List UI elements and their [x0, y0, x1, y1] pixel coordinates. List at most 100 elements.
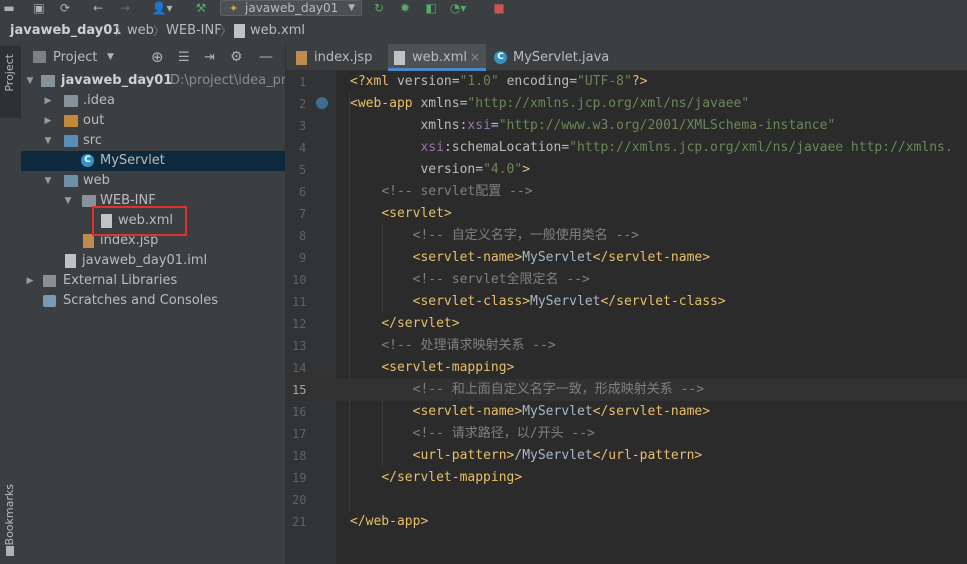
run-coverage-icon[interactable]: ◧: [424, 1, 438, 16]
debug-icon[interactable]: ✹: [398, 1, 412, 16]
chevron-down-icon[interactable]: ▼: [43, 171, 53, 191]
code-line[interactable]: <!-- servlet配置 -->: [336, 181, 967, 203]
code-line[interactable]: <!-- 处理请求映射关系 -->: [336, 335, 967, 357]
expand-all-icon[interactable]: ☰: [178, 44, 190, 71]
java-class-icon: C: [494, 51, 507, 64]
tree-item-label: javaweb_day01: [61, 73, 173, 88]
tab-web-xml[interactable]: web.xml ×: [388, 44, 486, 71]
folder-orange-icon: [64, 115, 78, 127]
code-line[interactable]: </servlet-mapping>: [336, 467, 967, 489]
locate-target-icon[interactable]: ⊕: [151, 44, 164, 71]
chevron-down-icon[interactable]: ▼: [107, 44, 114, 71]
jsp-file-icon: [296, 51, 307, 65]
iml-file-icon: [65, 254, 76, 268]
tree-item-myservlet[interactable]: C MyServlet: [21, 151, 285, 171]
collapse-all-icon[interactable]: ⇥: [204, 44, 215, 71]
bookmarks-tool-label[interactable]: Bookmarks: [3, 484, 16, 545]
close-icon[interactable]: ×: [470, 44, 480, 71]
breadcrumb-separator-icon: 〉: [115, 24, 128, 38]
profile-icon[interactable]: ◔▾: [448, 1, 468, 16]
breadcrumb-item-web-inf[interactable]: WEB-INF: [166, 18, 222, 44]
build-hammer-icon[interactable]: ⚒: [194, 1, 208, 16]
code-line[interactable]: [336, 489, 967, 511]
rerun-icon[interactable]: ↻: [372, 1, 386, 16]
code-line[interactable]: <?xml version="1.0" encoding="UTF-8"?>: [336, 71, 967, 93]
bookmark-icon[interactable]: [6, 546, 14, 556]
folder-web-icon: [64, 175, 78, 187]
project-tool-label: Project: [3, 54, 16, 92]
project-tool-button[interactable]: Project: [0, 46, 21, 118]
tree-item-iml[interactable]: javaweb_day01.iml: [21, 251, 285, 271]
tree-item-web[interactable]: ▼ web: [21, 171, 285, 191]
open-folder-icon[interactable]: ▬: [2, 1, 16, 16]
code-line[interactable]: </web-app>: [336, 511, 967, 533]
chevron-right-icon[interactable]: ▶: [43, 111, 53, 131]
code-line[interactable]: <!-- servlet全限定名 -->: [336, 269, 967, 291]
breadcrumb-separator-icon: 〉: [153, 24, 166, 38]
tree-item-label: MyServlet: [100, 153, 165, 168]
breadcrumb-item-web-xml[interactable]: web.xml: [250, 18, 305, 44]
save-icon[interactable]: ▣: [32, 1, 46, 16]
tab-index-jsp[interactable]: index.jsp: [292, 44, 386, 71]
code-line[interactable]: version="4.0">: [336, 159, 967, 181]
code-line[interactable]: xmlns:xsi="http://www.w3.org/2001/XMLSch…: [336, 115, 967, 137]
tree-item-label: .idea: [83, 93, 115, 108]
code-line[interactable]: <servlet>: [336, 203, 967, 225]
implemented-marker-icon[interactable]: [316, 97, 328, 109]
chevron-down-icon[interactable]: ▼: [43, 131, 53, 151]
highlight-box: [92, 206, 187, 236]
tree-item-javaweb-day01[interactable]: ▼ javaweb_day01 D:\project\idea_pro: [21, 71, 285, 91]
tree-item-scratches[interactable]: Scratches and Consoles: [21, 291, 285, 311]
code-line[interactable]: <!-- 请求路径，以/开头 -->: [336, 423, 967, 445]
project-panel: Project ▼ ⊕ ☰ ⇥ ⚙ — ▼ javaweb_day01 D:\p…: [21, 44, 286, 564]
breadcrumb-separator-icon: 〉: [220, 24, 233, 38]
code-line[interactable]: <servlet-name>MyServlet</servlet-name>: [336, 247, 967, 269]
chevron-down-icon: ▼: [348, 3, 355, 13]
run-configuration-select[interactable]: ✦ javaweb_day01 ▼: [220, 0, 362, 16]
tree-item-out[interactable]: ▶ out: [21, 111, 285, 131]
project-view-title[interactable]: Project: [53, 44, 97, 71]
code-line[interactable]: <!-- 和上面自定义名字一致，形成映射关系 -->: [336, 379, 967, 401]
java-class-icon: C: [81, 154, 94, 167]
project-view-icon: [33, 51, 46, 63]
user-dropdown-icon[interactable]: 👤▾: [150, 1, 174, 16]
tree-item-external-libraries[interactable]: ▶ External Libraries: [21, 271, 285, 291]
forward-icon[interactable]: →: [118, 1, 132, 16]
code-line[interactable]: <web-app xmlns="http://xmlns.jcp.org/xml…: [336, 93, 967, 115]
folder-icon: [64, 95, 78, 107]
breadcrumb-item-web[interactable]: web: [127, 18, 154, 44]
code-editor[interactable]: <?xml version="1.0" encoding="UTF-8"?> <w…: [336, 71, 967, 564]
chevron-right-icon[interactable]: ▶: [43, 91, 53, 111]
tree-item-path: D:\project\idea_pro: [170, 73, 285, 88]
xml-file-icon: [234, 24, 245, 38]
main-toolbar: ▬ ▣ ⟳ ← → 👤▾ ⚒ ✦ javaweb_day01 ▼ ↻ ✹ ◧ ◔…: [0, 0, 967, 18]
tree-item-label: javaweb_day01.iml: [82, 253, 208, 268]
chevron-right-icon[interactable]: ▶: [25, 271, 35, 291]
breadcrumb-item-project[interactable]: javaweb_day01: [10, 18, 121, 44]
hide-panel-icon[interactable]: —: [259, 44, 273, 71]
stop-icon[interactable]: ■: [492, 1, 506, 16]
tab-myservlet-java[interactable]: C MyServlet.java: [492, 44, 617, 71]
code-line[interactable]: <servlet-mapping>: [336, 357, 967, 379]
run-configuration-label: javaweb_day01: [245, 1, 339, 15]
editor-tab-bar: index.jsp web.xml × C MyServlet.java: [286, 44, 967, 71]
back-icon[interactable]: ←: [91, 1, 105, 16]
code-line[interactable]: xsi:schemaLocation="http://xmlns.jcp.org…: [336, 137, 967, 159]
code-line[interactable]: <!-- 自定义名字，一般使用类名 -->: [336, 225, 967, 247]
tree-item-idea[interactable]: ▶ .idea: [21, 91, 285, 111]
sync-icon[interactable]: ⟳: [58, 1, 72, 16]
chevron-down-icon[interactable]: ▼: [63, 191, 73, 211]
tree-item-label: src: [83, 133, 102, 148]
code-line[interactable]: </servlet>: [336, 313, 967, 335]
code-line[interactable]: <servlet-name>MyServlet</servlet-name>: [336, 401, 967, 423]
code-line[interactable]: <servlet-class>MyServlet</servlet-class>: [336, 291, 967, 313]
code-line[interactable]: <url-pattern>/MyServlet</url-pattern>: [336, 445, 967, 467]
chevron-down-icon[interactable]: ▼: [25, 71, 35, 91]
settings-gear-icon[interactable]: ⚙: [230, 44, 243, 71]
tomcat-icon: ✦: [229, 2, 239, 15]
navigation-breadcrumb: javaweb_day01 〉 web 〉 WEB-INF 〉 web.xml: [0, 18, 967, 45]
tab-label: MyServlet.java: [513, 50, 610, 65]
tab-label: web.xml: [412, 50, 467, 65]
tree-item-src[interactable]: ▼ src: [21, 131, 285, 151]
tab-label: index.jsp: [314, 50, 373, 65]
